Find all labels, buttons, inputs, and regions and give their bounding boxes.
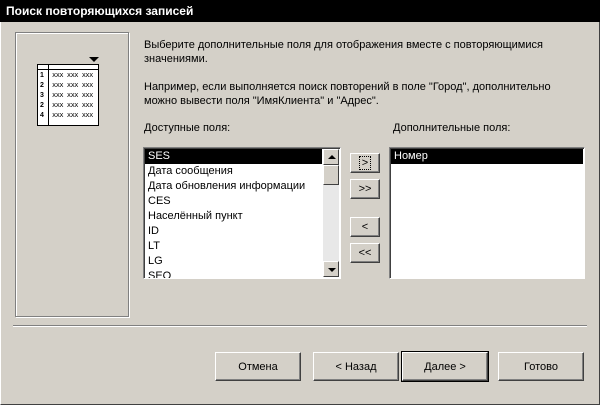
scroll-thumb[interactable] bbox=[323, 165, 339, 185]
list-item[interactable]: SEO bbox=[145, 269, 322, 278]
scroll-down-button[interactable] bbox=[323, 261, 339, 277]
finish-button[interactable]: Готово bbox=[498, 352, 584, 381]
list-item[interactable]: Населённый пункт bbox=[145, 209, 322, 224]
remove-all-fields-button[interactable]: << bbox=[350, 243, 380, 263]
add-all-fields-button[interactable]: >> bbox=[350, 179, 380, 199]
list-item[interactable]: Дата сообщения bbox=[145, 164, 322, 179]
table-illustration: 1 xxx xxx xxx 2 xxx xxx xxx 3 xxx xxx xxx 2… bbox=[37, 64, 99, 126]
title-bar: Поиск повторяющихся записей bbox=[0, 0, 600, 22]
illustration-row: 1 xxx xxx xxx bbox=[40, 71, 93, 79]
footer-separator bbox=[13, 325, 587, 327]
illustration-row: 4 xxx xxx xxx bbox=[40, 111, 93, 119]
sort-arrow-icon bbox=[89, 57, 99, 62]
list-item[interactable]: Дата обновления информации bbox=[145, 179, 322, 194]
selected-fields-list[interactable]: Номер bbox=[389, 147, 585, 279]
arrow-down-icon bbox=[328, 268, 336, 272]
scroll-up-button[interactable] bbox=[323, 149, 339, 165]
available-fields-list[interactable]: SES Дата сообщения Дата обновления инфор… bbox=[143, 147, 341, 279]
example-text: Например, если выполняется поиск повторе… bbox=[144, 80, 584, 108]
example-line: Например, если выполняется поиск повторе… bbox=[144, 81, 551, 93]
illustration-row: 3 xxx xxx xxx bbox=[40, 91, 93, 99]
list-item[interactable]: ID bbox=[145, 224, 322, 239]
list-item[interactable]: LG bbox=[145, 254, 322, 269]
next-button[interactable]: Далее > bbox=[401, 351, 489, 382]
instruction-line: значениями. bbox=[144, 53, 208, 65]
list-item[interactable]: LT bbox=[145, 239, 322, 254]
arrow-up-icon bbox=[328, 155, 336, 159]
instruction-line: Выберите дополнительные поля для отображ… bbox=[144, 39, 543, 51]
selected-fields-label: Дополнительные поля: bbox=[393, 122, 511, 134]
available-fields-label: Доступные поля: bbox=[144, 122, 231, 134]
window-title: Поиск повторяющихся записей bbox=[6, 4, 194, 18]
back-button[interactable]: < Назад bbox=[313, 352, 399, 381]
list-item[interactable]: SES bbox=[145, 149, 322, 164]
vertical-scrollbar[interactable] bbox=[323, 149, 339, 277]
example-line: можно вывести поля "ИмяКлиента" и "Адрес… bbox=[144, 95, 379, 107]
list-item[interactable]: Номер bbox=[391, 149, 583, 164]
illustration-row: 2 xxx xxx xxx bbox=[40, 81, 93, 89]
list-item[interactable]: CES bbox=[145, 194, 322, 209]
add-field-button[interactable]: > bbox=[350, 153, 380, 173]
cancel-button[interactable]: Отмена bbox=[215, 352, 301, 381]
wizard-window: 1 xxx xxx xxx 2 xxx xxx xxx 3 xxx xxx xxx 2… bbox=[0, 22, 600, 405]
illustration-row: 2 xxx xxx xxx bbox=[40, 101, 93, 109]
instructions: Выберите дополнительные поля для отображ… bbox=[144, 38, 584, 66]
remove-field-button[interactable]: < bbox=[350, 217, 380, 237]
